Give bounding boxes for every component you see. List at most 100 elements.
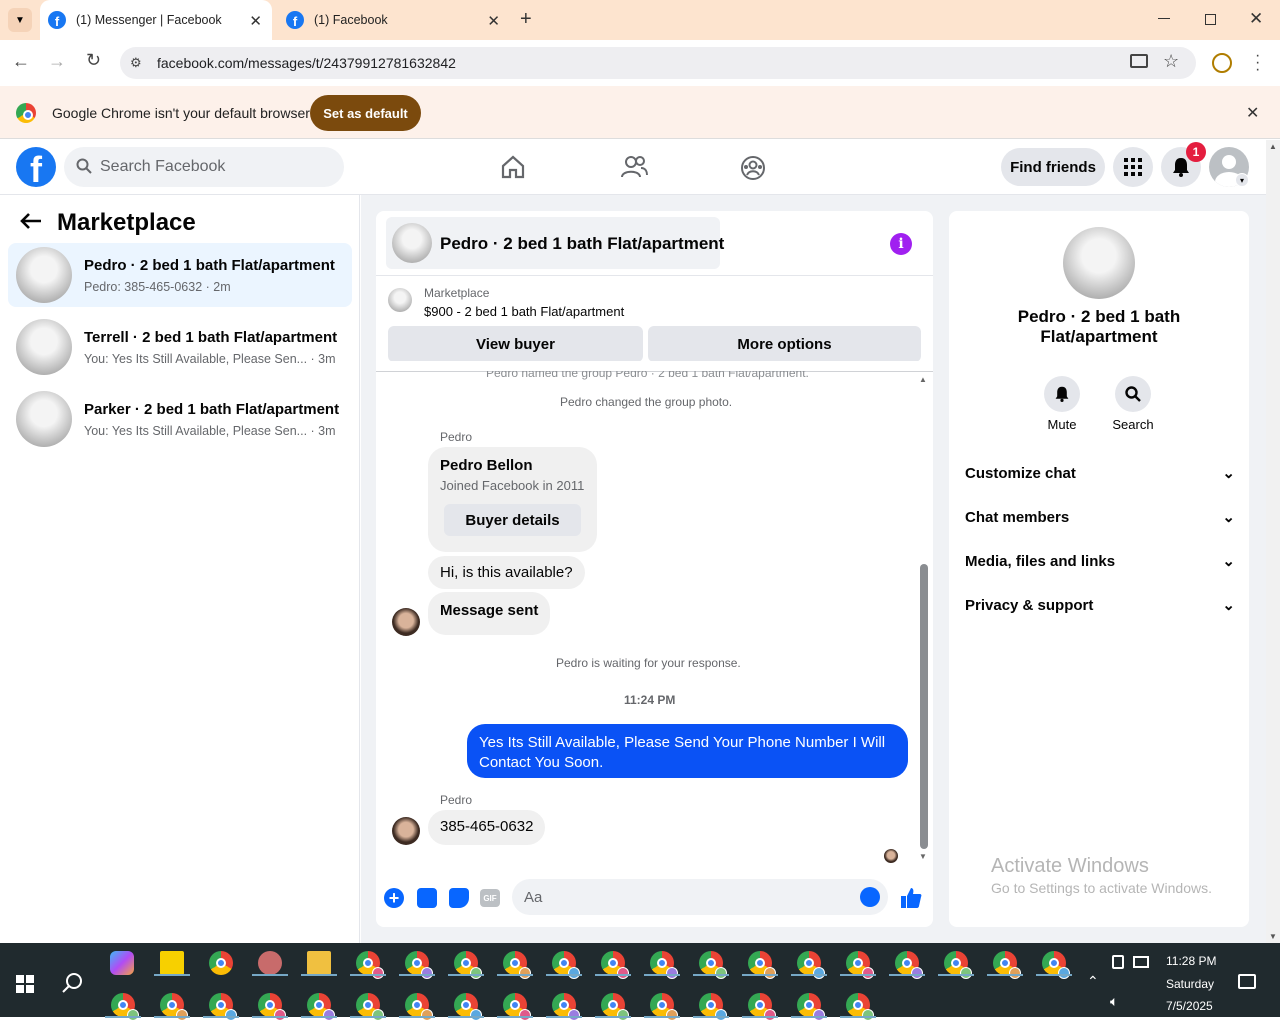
- listing-title[interactable]: $900 - 2 bed 1 bath Flat/apartment: [424, 304, 624, 319]
- chrome-profile-taskbar-icon[interactable]: [209, 993, 237, 1021]
- sticker-icon[interactable]: [449, 888, 469, 908]
- chrome-profile-taskbar-icon[interactable]: [454, 951, 482, 979]
- chrome-profile-taskbar-icon[interactable]: [552, 993, 580, 1021]
- chrome-profile-taskbar-icon[interactable]: [601, 951, 629, 979]
- chrome-profile-taskbar-icon[interactable]: [895, 951, 923, 979]
- chrome-profile-taskbar-icon[interactable]: [748, 951, 776, 979]
- account-chevron-icon[interactable]: ▾: [1235, 173, 1249, 187]
- chrome-profile-taskbar-icon[interactable]: [1042, 951, 1070, 979]
- clock-time[interactable]: 11:28 PM: [1166, 954, 1216, 968]
- clock-date[interactable]: 7/5/2025: [1166, 999, 1213, 1013]
- chat-header-title-button[interactable]: Pedro · 2 bed 1 bath Flat/apartment: [386, 217, 724, 269]
- gif-icon[interactable]: GIF: [480, 889, 500, 907]
- page-scrollbar[interactable]: ▲ ▼: [1266, 140, 1280, 943]
- home-icon[interactable]: [500, 155, 526, 179]
- groups-icon[interactable]: [740, 155, 766, 181]
- sticky-notes-icon[interactable]: [160, 951, 184, 975]
- emoji-icon[interactable]: [860, 887, 880, 907]
- chrome-profile-taskbar-icon[interactable]: [356, 993, 384, 1021]
- network-icon[interactable]: [1133, 956, 1149, 968]
- start-windows-icon[interactable]: [16, 975, 34, 993]
- copilot-icon[interactable]: [110, 951, 134, 975]
- chrome-profile-taskbar-icon[interactable]: [748, 993, 776, 1021]
- conversation-item-pedro[interactable]: Pedro · 2 bed 1 bath Flat/apartment Pedr…: [8, 243, 352, 307]
- scrollbar-up-arrow[interactable]: ▲: [919, 375, 927, 384]
- device-icon[interactable]: [1112, 955, 1124, 969]
- chrome-profile-taskbar-icon[interactable]: [552, 951, 580, 979]
- facebook-search-input[interactable]: Search Facebook: [64, 147, 344, 187]
- chrome-taskbar-icon[interactable]: [209, 951, 233, 975]
- mute-bell-icon[interactable]: [1044, 376, 1080, 412]
- chat-members-section[interactable]: Chat members ⌄: [965, 505, 1235, 529]
- chrome-profile-taskbar-icon[interactable]: [356, 951, 384, 979]
- conversation-item-parker[interactable]: Parker · 2 bed 1 bath Flat/apartment You…: [8, 387, 352, 451]
- notification-center-icon[interactable]: [1238, 974, 1256, 989]
- close-infobar-icon[interactable]: ✕: [1246, 103, 1259, 123]
- profile-icon[interactable]: [1212, 53, 1232, 73]
- more-options-button[interactable]: More options: [648, 326, 921, 362]
- back-arrow-icon[interactable]: [20, 212, 42, 230]
- chrome-profile-taskbar-icon[interactable]: [111, 993, 139, 1021]
- message-input[interactable]: Aa: [512, 879, 888, 915]
- chrome-profile-taskbar-icon[interactable]: [307, 993, 335, 1021]
- set-default-button[interactable]: Set as default: [310, 95, 421, 131]
- like-thumb-icon[interactable]: [900, 887, 922, 909]
- file-explorer-icon[interactable]: [307, 951, 331, 975]
- info-icon[interactable]: i: [890, 233, 912, 255]
- search-conversation-icon[interactable]: [1115, 376, 1151, 412]
- find-friends-button[interactable]: Find friends: [1001, 148, 1105, 186]
- media-files-links-section[interactable]: Media, files and links ⌄: [965, 549, 1235, 573]
- address-bar[interactable]: ⚙ facebook.com/messages/t/24379912781632…: [120, 47, 1196, 79]
- chrome-profile-taskbar-icon[interactable]: [160, 993, 188, 1021]
- chrome-profile-taskbar-icon[interactable]: [699, 993, 727, 1021]
- chrome-profile-taskbar-icon[interactable]: [405, 951, 433, 979]
- chrome-profile-taskbar-icon[interactable]: [601, 993, 629, 1021]
- back-icon[interactable]: ←: [12, 51, 30, 72]
- tab-facebook[interactable]: f (1) Facebook ✕: [278, 0, 510, 40]
- chrome-profile-taskbar-icon[interactable]: [503, 993, 531, 1021]
- app-taskbar-icon[interactable]: [258, 951, 282, 975]
- close-tab-icon[interactable]: ✕: [249, 12, 262, 30]
- plus-icon[interactable]: +: [384, 888, 404, 908]
- buyer-details-button[interactable]: Buyer details: [444, 504, 581, 536]
- chrome-profile-taskbar-icon[interactable]: [650, 993, 678, 1021]
- chrome-profile-taskbar-icon[interactable]: [650, 951, 678, 979]
- bookmark-star-icon[interactable]: ☆: [1163, 51, 1179, 72]
- chrome-profile-taskbar-icon[interactable]: [258, 993, 286, 1021]
- chrome-profile-taskbar-icon[interactable]: [454, 993, 482, 1021]
- scrollbar-down-arrow[interactable]: ▼: [919, 852, 927, 861]
- system-tray-chevron-icon[interactable]: ⌃: [1087, 973, 1099, 990]
- conversation-item-terrell[interactable]: Terrell · 2 bed 1 bath Flat/apartment Yo…: [8, 315, 352, 379]
- tab-messenger[interactable]: f (1) Messenger | Facebook ✕: [40, 0, 272, 40]
- site-info-icon[interactable]: ⚙: [130, 55, 142, 71]
- volume-icon[interactable]: 🔈︎: [1110, 993, 1118, 1010]
- chrome-profile-taskbar-icon[interactable]: [797, 951, 825, 979]
- close-window-icon[interactable]: ✕: [1249, 9, 1263, 29]
- taskbar-search-icon[interactable]: [61, 972, 83, 994]
- close-tab-icon[interactable]: ✕: [487, 12, 500, 30]
- restore-window-icon[interactable]: [1205, 14, 1216, 25]
- chrome-menu-icon[interactable]: · · ·: [1255, 48, 1260, 78]
- tab-search-dropdown-icon[interactable]: ▼: [8, 8, 32, 32]
- chrome-profile-taskbar-icon[interactable]: [405, 993, 433, 1021]
- chrome-profile-taskbar-icon[interactable]: [993, 951, 1021, 979]
- menu-grid-icon[interactable]: [1113, 147, 1153, 187]
- minimize-window-icon[interactable]: [1158, 18, 1170, 19]
- view-buyer-button[interactable]: View buyer: [388, 326, 643, 362]
- chrome-profile-taskbar-icon[interactable]: [503, 951, 531, 979]
- chrome-profile-taskbar-icon[interactable]: [846, 951, 874, 979]
- facebook-logo-icon[interactable]: f: [16, 147, 56, 187]
- chrome-profile-taskbar-icon[interactable]: [944, 951, 972, 979]
- chrome-profile-taskbar-icon[interactable]: [699, 951, 727, 979]
- reload-icon[interactable]: ↻: [86, 50, 101, 71]
- friends-icon[interactable]: [620, 155, 648, 179]
- install-app-icon[interactable]: [1130, 54, 1148, 68]
- chrome-profile-taskbar-icon[interactable]: [846, 993, 874, 1021]
- chat-scrollbar-thumb[interactable]: [920, 564, 928, 849]
- chrome-profile-taskbar-icon[interactable]: [797, 993, 825, 1021]
- clock-day[interactable]: Saturday: [1166, 977, 1214, 991]
- photo-attach-icon[interactable]: [417, 888, 437, 908]
- privacy-support-section[interactable]: Privacy & support ⌄: [965, 593, 1235, 617]
- new-tab-button[interactable]: +: [520, 8, 532, 31]
- forward-icon[interactable]: →: [48, 51, 66, 72]
